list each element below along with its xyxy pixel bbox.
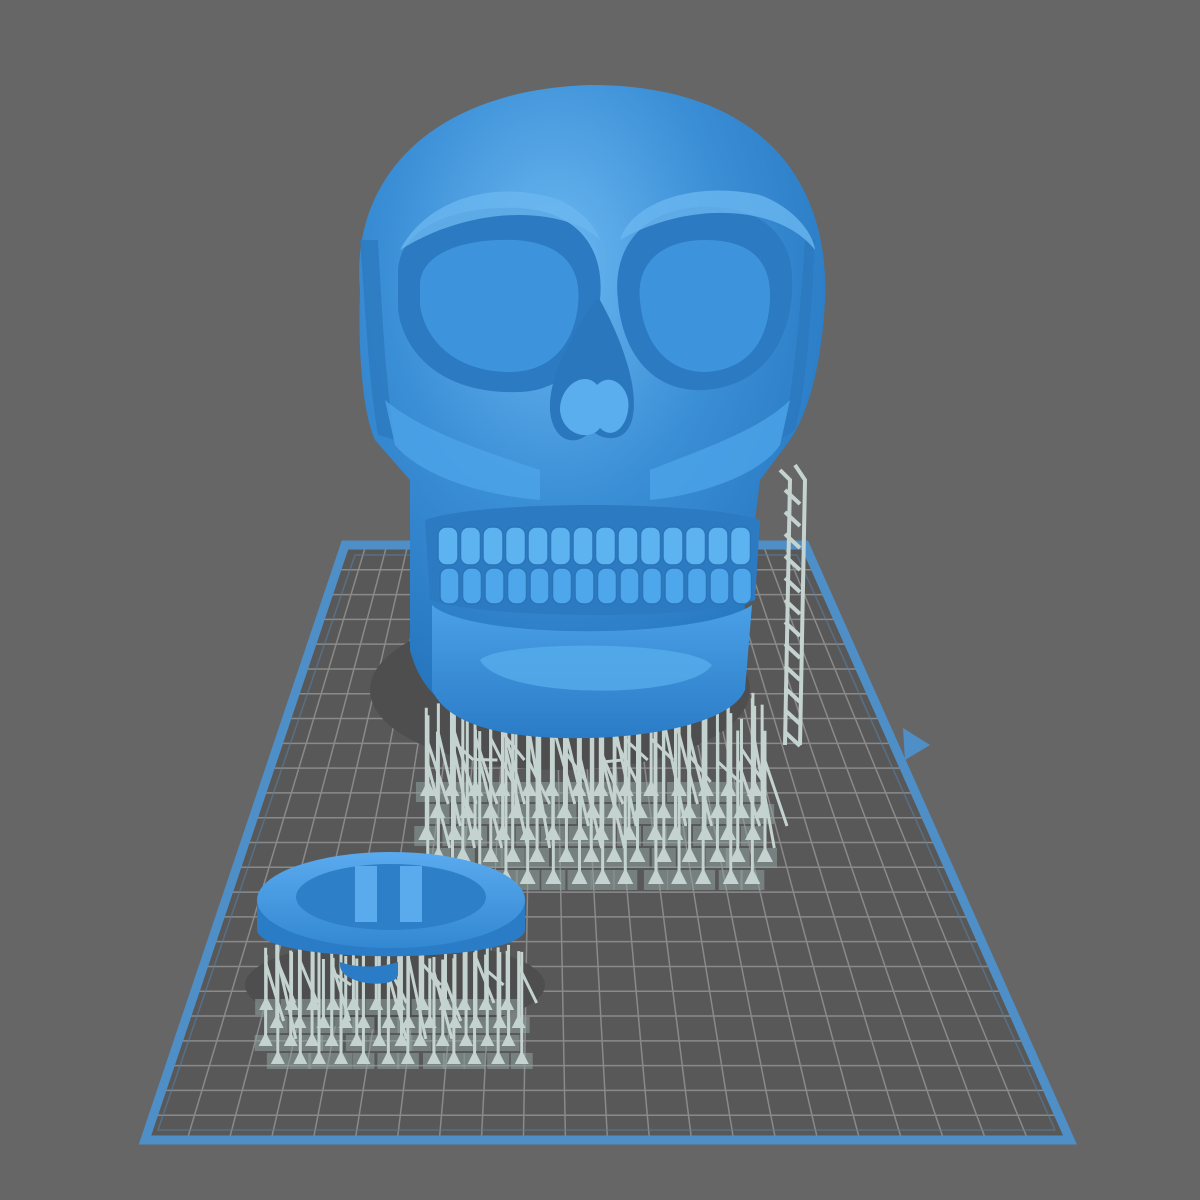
triangle-arrow-icon [903,728,930,760]
3d-viewport[interactable] [0,0,1200,1200]
scene-canvas[interactable] [0,0,1200,1200]
